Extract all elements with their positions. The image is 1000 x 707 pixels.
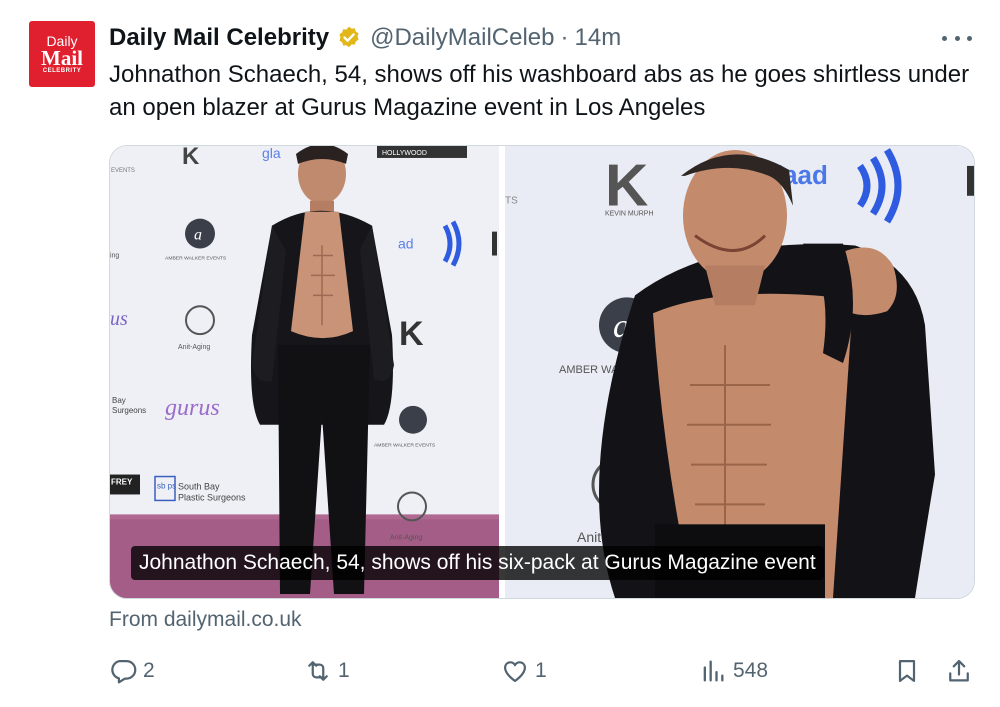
- backdrop-kevin: KEVIN MURPH: [605, 211, 654, 218]
- media-card[interactable]: EVENTS K gla HOLLYWOOD ing a AMBER WALKE…: [109, 145, 975, 599]
- avatar-line2: Mail: [41, 46, 83, 70]
- views-button[interactable]: 548: [699, 652, 768, 690]
- backdrop-glaad-top: gla: [262, 146, 281, 161]
- views-icon: [703, 660, 724, 682]
- reply-count: 2: [143, 659, 155, 682]
- photo-right[interactable]: TS K KEVIN MURPH glaad a AMBER WALKE R3 …: [505, 146, 974, 598]
- backdrop-amber: AMBER WALKER EVENTS: [165, 256, 227, 262]
- separator-dot: ·: [560, 24, 569, 51]
- timestamp[interactable]: 14m: [575, 24, 622, 52]
- tweet-text: Johnathon Schaech, 54, shows off his was…: [109, 61, 970, 121]
- backdrop-glaad-mid: ad: [398, 236, 414, 252]
- backdrop-us: us: [110, 308, 128, 330]
- svg-text:TS: TS: [505, 196, 518, 207]
- reply-button[interactable]: 2: [109, 652, 155, 690]
- share-button[interactable]: [945, 652, 973, 690]
- backdrop-amber2: AMBER WALKER EVENTS: [374, 443, 436, 449]
- reply-icon: [111, 659, 137, 684]
- backdrop-events: EVENTS: [111, 168, 135, 174]
- like-icon: [503, 661, 527, 683]
- account-handle[interactable]: @DailyMailCeleb: [370, 24, 554, 52]
- share-icon: [949, 659, 969, 682]
- avatar[interactable]: Daily Mail CELEBRITY: [29, 21, 95, 87]
- backdrop-sb: sb ps: [157, 482, 176, 491]
- backdrop-hollywood: HOLLYWOOD: [382, 150, 427, 157]
- like-count: 1: [535, 659, 547, 682]
- backdrop-antiaging2: Anit-Aging: [390, 534, 422, 541]
- backdrop-bay: Bay: [112, 396, 126, 405]
- link-source[interactable]: From dailymail.co.uk: [109, 608, 302, 632]
- repost-count: 1: [338, 659, 350, 682]
- account-name[interactable]: Daily Mail Celebrity: [109, 24, 329, 52]
- svg-text:K: K: [182, 146, 200, 170]
- avatar-line3: CELEBRITY: [42, 68, 82, 74]
- action-bar: 2 1 1 548: [109, 652, 975, 690]
- svg-text:K: K: [399, 315, 424, 353]
- backdrop-gurus: gurus: [165, 395, 220, 421]
- bookmark-icon: [898, 659, 916, 683]
- backdrop-antiaging1: Anit-Aging: [178, 344, 210, 351]
- more-icon[interactable]: [942, 26, 972, 50]
- backdrop-ing: ing: [110, 253, 119, 260]
- media-caption: Johnathon Schaech, 54, shows off his six…: [131, 546, 824, 580]
- repost-icon: [308, 661, 328, 681]
- verified-badge-icon[interactable]: [336, 25, 362, 51]
- photo-left[interactable]: EVENTS K gla HOLLYWOOD ing a AMBER WALKE…: [110, 146, 499, 598]
- backdrop-plastic: Plastic Surgeons: [178, 492, 246, 502]
- repost-button[interactable]: 1: [304, 652, 350, 690]
- svg-text:K: K: [605, 152, 648, 219]
- backdrop-southbay: South Bay: [178, 481, 220, 491]
- bookmark-button[interactable]: [893, 652, 921, 690]
- backdrop-frey: FREY: [111, 478, 133, 487]
- like-button[interactable]: 1: [501, 652, 547, 690]
- svg-text:a: a: [194, 227, 202, 244]
- views-count: 548: [733, 659, 769, 682]
- backdrop-surgeons: Surgeons: [112, 406, 146, 415]
- tweet-header: Daily Mail Celebrity @DailyMailCeleb · 1…: [109, 22, 621, 54]
